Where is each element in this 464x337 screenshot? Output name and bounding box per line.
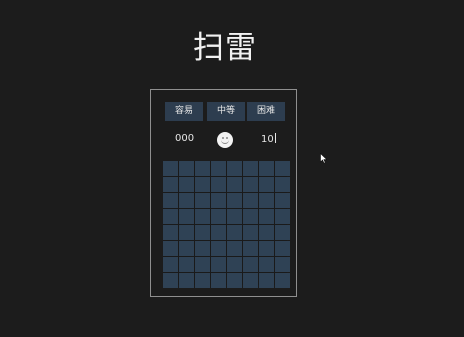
board-cell[interactable]: [211, 177, 226, 192]
board-cell[interactable]: [211, 257, 226, 272]
board-cell[interactable]: [227, 257, 242, 272]
board-cell[interactable]: [243, 273, 258, 288]
board-cell[interactable]: [211, 241, 226, 256]
board-cell[interactable]: [227, 161, 242, 176]
board-cell[interactable]: [195, 257, 210, 272]
page-title: 扫雷: [193, 30, 257, 66]
board-cell[interactable]: [227, 241, 242, 256]
board-cell[interactable]: [195, 193, 210, 208]
status-row: 000 10: [151, 130, 298, 150]
board-cell[interactable]: [259, 193, 274, 208]
hard-button[interactable]: 困难: [247, 102, 285, 121]
board-cell[interactable]: [227, 177, 242, 192]
board-cell[interactable]: [243, 161, 258, 176]
board-cell[interactable]: [259, 161, 274, 176]
board-cell[interactable]: [243, 177, 258, 192]
board-cell[interactable]: [195, 209, 210, 224]
difficulty-bar: 容易 中等 困难: [165, 102, 287, 121]
board-cell[interactable]: [275, 225, 290, 240]
board-cell[interactable]: [227, 273, 242, 288]
board-cell[interactable]: [211, 193, 226, 208]
board-cell[interactable]: [163, 193, 178, 208]
board-cell[interactable]: [163, 241, 178, 256]
board-cell[interactable]: [243, 225, 258, 240]
board-cell[interactable]: [163, 161, 178, 176]
board-cell[interactable]: [275, 241, 290, 256]
board-cell[interactable]: [275, 161, 290, 176]
board-cell[interactable]: [259, 177, 274, 192]
board-cell[interactable]: [179, 177, 194, 192]
board-cell[interactable]: [259, 257, 274, 272]
board-cell[interactable]: [179, 209, 194, 224]
board-cell[interactable]: [227, 209, 242, 224]
board-cell[interactable]: [259, 273, 274, 288]
board-cell[interactable]: [243, 257, 258, 272]
mouse-pointer-icon: [320, 153, 328, 164]
board-cell[interactable]: [259, 225, 274, 240]
board-cell[interactable]: [195, 241, 210, 256]
board-cell[interactable]: [243, 193, 258, 208]
board-cell[interactable]: [243, 209, 258, 224]
board-cell[interactable]: [275, 257, 290, 272]
board-cell[interactable]: [179, 225, 194, 240]
board-cell[interactable]: [163, 257, 178, 272]
board-cell[interactable]: [179, 193, 194, 208]
board-cell[interactable]: [195, 177, 210, 192]
mine-counter-value: 10: [261, 134, 274, 145]
minesweeper-page: 扫雷 容易 中等 困难 000 10: [0, 0, 464, 337]
board-cell[interactable]: [275, 193, 290, 208]
text-caret: [274, 133, 276, 143]
smiley-mouth: [221, 139, 229, 144]
board-cell[interactable]: [195, 225, 210, 240]
game-panel: 容易 中等 困难 000 10: [150, 89, 297, 297]
board-cell[interactable]: [163, 177, 178, 192]
board-cell[interactable]: [163, 225, 178, 240]
board-cell[interactable]: [227, 225, 242, 240]
mine-board: [163, 161, 290, 288]
board-cell[interactable]: [211, 209, 226, 224]
board-cell[interactable]: [179, 241, 194, 256]
board-cell[interactable]: [211, 273, 226, 288]
board-cell[interactable]: [179, 273, 194, 288]
board-cell[interactable]: [163, 273, 178, 288]
reset-face-button[interactable]: [217, 132, 233, 148]
board-cell[interactable]: [259, 241, 274, 256]
board-cell[interactable]: [259, 209, 274, 224]
easy-button[interactable]: 容易: [165, 102, 203, 121]
board-cell[interactable]: [211, 161, 226, 176]
board-cell[interactable]: [195, 273, 210, 288]
board-cell[interactable]: [227, 193, 242, 208]
medium-button[interactable]: 中等: [207, 102, 245, 121]
board-cell[interactable]: [275, 273, 290, 288]
board-cell[interactable]: [275, 177, 290, 192]
timer-display: 000: [175, 133, 195, 144]
board-cell[interactable]: [195, 161, 210, 176]
board-cell[interactable]: [163, 209, 178, 224]
board-cell[interactable]: [211, 225, 226, 240]
board-cell[interactable]: [179, 161, 194, 176]
mine-counter: 10: [261, 133, 276, 145]
board-cell[interactable]: [275, 209, 290, 224]
board-cell[interactable]: [243, 241, 258, 256]
board-cell[interactable]: [179, 257, 194, 272]
